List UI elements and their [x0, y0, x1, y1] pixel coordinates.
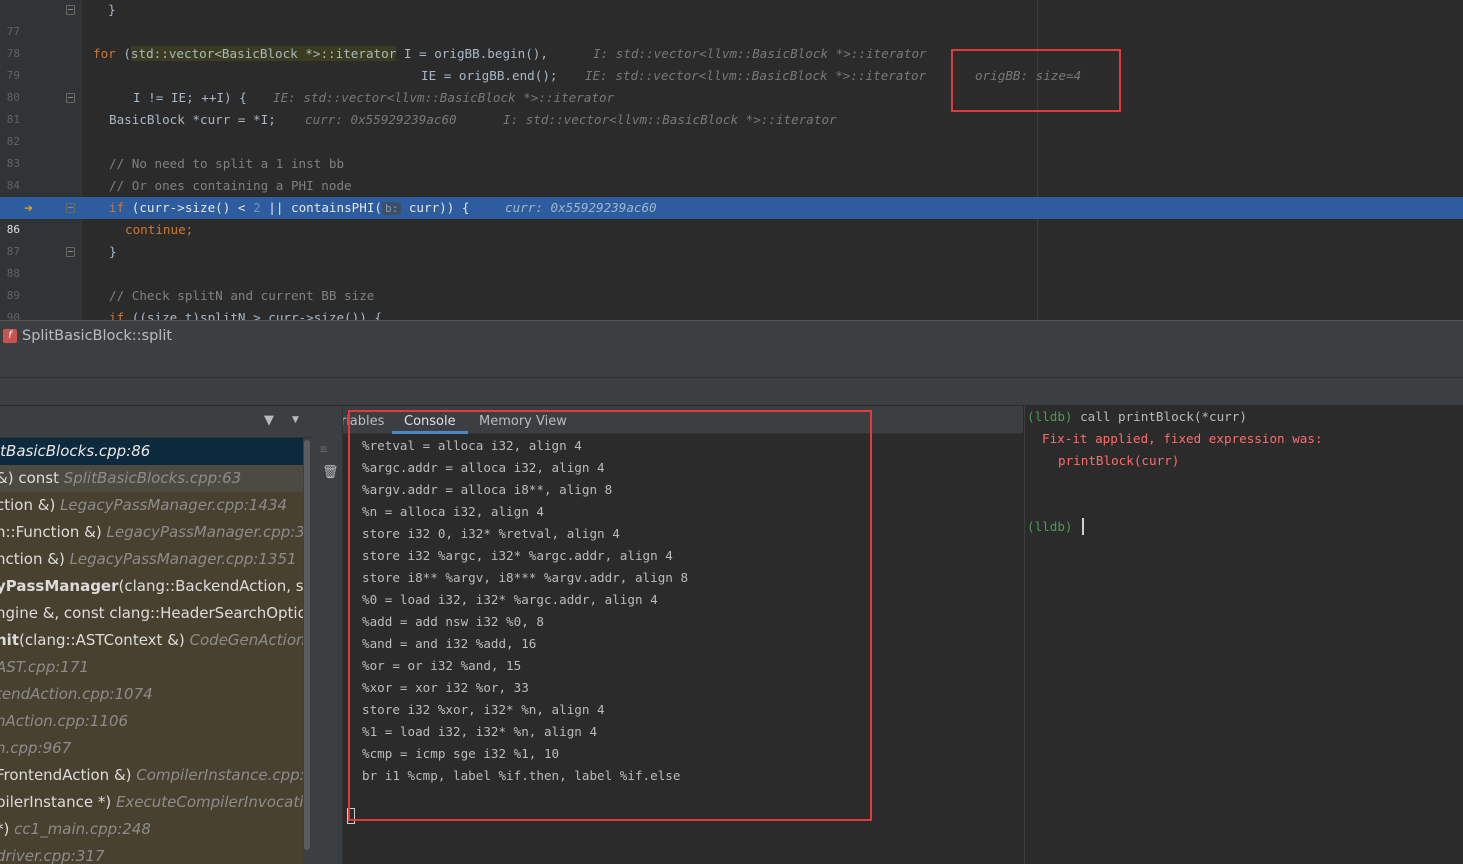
trash-icon[interactable]: 🗑 — [322, 465, 339, 480]
stack-frame[interactable]: n.cpp:967 — [0, 735, 303, 762]
code-line-77[interactable]: 77 } — [0, 0, 1463, 38]
console-side-toolbar: ≡ 🗑 — [313, 406, 343, 864]
fold-icon[interactable] — [66, 247, 75, 257]
stack-frame[interactable]: n::Function &) LegacyPassManager.cpp:366 — [0, 519, 303, 546]
keyword: for — [93, 46, 116, 61]
stack-frame[interactable]: tendAction.cpp:1074 — [0, 681, 303, 708]
stack-frame[interactable]: nAction.cpp:1106 — [0, 708, 303, 735]
keyword: if — [109, 200, 125, 215]
code-line-83[interactable]: 83 — [0, 131, 1463, 170]
execution-point-arrow-icon: ➔ — [24, 199, 34, 217]
frames-panel[interactable]: ▼ ▼ itBasicBlocks.cpp:86 &) const SplitB… — [0, 406, 313, 864]
code-text: I != IE; ++I) { — [133, 90, 247, 105]
soft-wrap-icon[interactable]: ≡ — [320, 442, 327, 456]
code-line-82[interactable]: 82 BasicBlock *curr = *I; curr: 0x559292… — [0, 109, 1463, 148]
code-text: IE = origBB.end(); — [421, 68, 558, 83]
scrollbar-thumb[interactable] — [304, 440, 310, 850]
frames-scrollbar[interactable] — [303, 438, 311, 864]
debug-tool-window-header — [0, 350, 1463, 378]
parameter-hint: b: — [382, 202, 402, 215]
lldb-fixit-expression: printBlock(curr) — [1058, 453, 1180, 468]
code-comment: // Check splitN and current BB size — [109, 288, 375, 303]
lldb-command: call printBlock(*curr) — [1080, 409, 1247, 424]
inline-value-hint: IE: std::vector<llvm::BasicBlock *>::ite… — [273, 90, 615, 105]
lldb-text-caret — [1082, 518, 1084, 535]
inline-value-hint: IE: std::vector<llvm::BasicBlock *>::ite… — [585, 68, 927, 83]
lldb-command-line: (lldb) call printBlock(*curr) — [1027, 406, 1247, 428]
frame-list[interactable]: itBasicBlocks.cpp:86 &) const SplitBasic… — [0, 438, 303, 864]
stack-frame[interactable]: *) cc1_main.cpp:248 — [0, 816, 303, 843]
fold-icon[interactable] — [66, 5, 75, 15]
code-line-90[interactable]: 90 // Check splitN and current BB size — [0, 285, 1463, 320]
filter-icon[interactable]: ▼ — [264, 413, 274, 428]
function-icon: f — [3, 329, 17, 343]
chevron-down-icon[interactable]: ▼ — [292, 415, 299, 425]
code-comment: // Or ones containing a PHI node — [109, 178, 352, 193]
annotation-highlight-box — [951, 49, 1121, 112]
breadcrumb[interactable]: f SplitBasicBlock::split — [0, 320, 1463, 350]
stack-frame[interactable]: itBasicBlocks.cpp:86 — [0, 438, 303, 465]
code-comment: // No need to split a 1 inst bb — [109, 156, 345, 171]
inline-value-hint: curr: 0x55929239ac60 — [505, 200, 657, 215]
code-line-86-current[interactable]: 86 ➔ if (curr->size() < 2 || containsPHI… — [0, 197, 1463, 236]
code-editor[interactable]: 77 } 78 79 for (std::vector<BasicBlock *… — [0, 0, 1463, 320]
inline-value-hint: curr: 0x55929239ac60 — [305, 112, 457, 127]
debug-toolbar — [0, 378, 1463, 406]
stack-frame[interactable]: driver.cpp:317 — [0, 843, 303, 864]
inline-value-hint: I: std::vector<llvm::BasicBlock *>::iter… — [593, 46, 927, 61]
stack-frame[interactable]: ngine &, const clang::HeaderSearchOption… — [0, 600, 303, 627]
lldb-console[interactable]: (lldb) call printBlock(*curr) Fix-it app… — [1024, 406, 1463, 864]
fold-icon[interactable] — [66, 203, 75, 213]
code-line-84[interactable]: 84 // No need to split a 1 inst bb — [0, 153, 1463, 192]
code-text: } — [109, 244, 117, 259]
type-highlight: std::vector<BasicBlock *>::iterator — [130, 46, 397, 61]
lldb-fixit-message: Fix-it applied, fixed expression was: — [1042, 431, 1323, 446]
code-line-89[interactable]: 89 — [0, 263, 1463, 302]
stack-frame[interactable]: nit(clang::ASTContext &) CodeGenAction.c… — [0, 627, 303, 654]
code-text: for (std::vector<BasicBlock *>::iterator… — [93, 46, 548, 61]
stack-frame[interactable]: AST.cpp:171 — [0, 654, 303, 681]
code-line-78[interactable]: 78 — [0, 21, 1463, 60]
inline-value-hint: I: std::vector<llvm::BasicBlock *>::iter… — [503, 112, 837, 127]
annotation-highlight-box — [348, 410, 872, 821]
code-rest: I = origBB.begin(), — [396, 46, 548, 61]
code-line-87[interactable]: 87 continue; — [0, 219, 1463, 258]
breadcrumb-function[interactable]: SplitBasicBlock::split — [22, 321, 172, 351]
fold-icon[interactable] — [66, 93, 75, 103]
stack-frame[interactable]: FrontendAction &) CompilerInstance.cpp:1… — [0, 762, 303, 789]
frames-header: ▼ ▼ — [0, 406, 313, 438]
code-text: if ((size_t)splitN > curr->size()) { — [109, 310, 382, 320]
code-line-85[interactable]: 85 // Or ones containing a PHI node — [0, 175, 1463, 214]
stack-frame[interactable]: ction &) LegacyPassManager.cpp:1434 — [0, 492, 303, 519]
code-line-80[interactable]: 80 IE = origBB.end(); IE: std::vector<ll… — [0, 65, 1463, 104]
code-text: } — [93, 2, 116, 17]
stack-frame[interactable]: yPassManager(clang::BackendAction, std::… — [0, 573, 303, 600]
lldb-prompt: (lldb) — [1027, 519, 1073, 534]
lldb-input-line[interactable]: (lldb) — [1027, 516, 1073, 538]
lldb-prompt: (lldb) — [1027, 409, 1073, 424]
code-line-91[interactable]: 91 if ((size_t)splitN > curr->size()) { — [0, 307, 1463, 320]
number-literal: 2 — [253, 200, 261, 215]
stack-frame[interactable]: &) const SplitBasicBlocks.cpp:63 — [0, 465, 303, 492]
code-text: if (curr->size() < 2 || containsPHI(b: c… — [109, 200, 470, 215]
code-text: BasicBlock *curr = *I; — [109, 112, 276, 127]
code-line-88[interactable]: 88 } — [0, 241, 1463, 280]
code-line-79[interactable]: 79 for (std::vector<BasicBlock *>::itera… — [0, 43, 1463, 82]
code-line-81[interactable]: 81 I != IE; ++I) { IE: std::vector<llvm:… — [0, 87, 1463, 126]
stack-frame[interactable]: pilerInstance *) ExecuteCompilerInvocati… — [0, 789, 303, 816]
stack-frame[interactable]: nction &) LegacyPassManager.cpp:1351 — [0, 546, 303, 573]
keyword: continue; — [125, 222, 194, 237]
